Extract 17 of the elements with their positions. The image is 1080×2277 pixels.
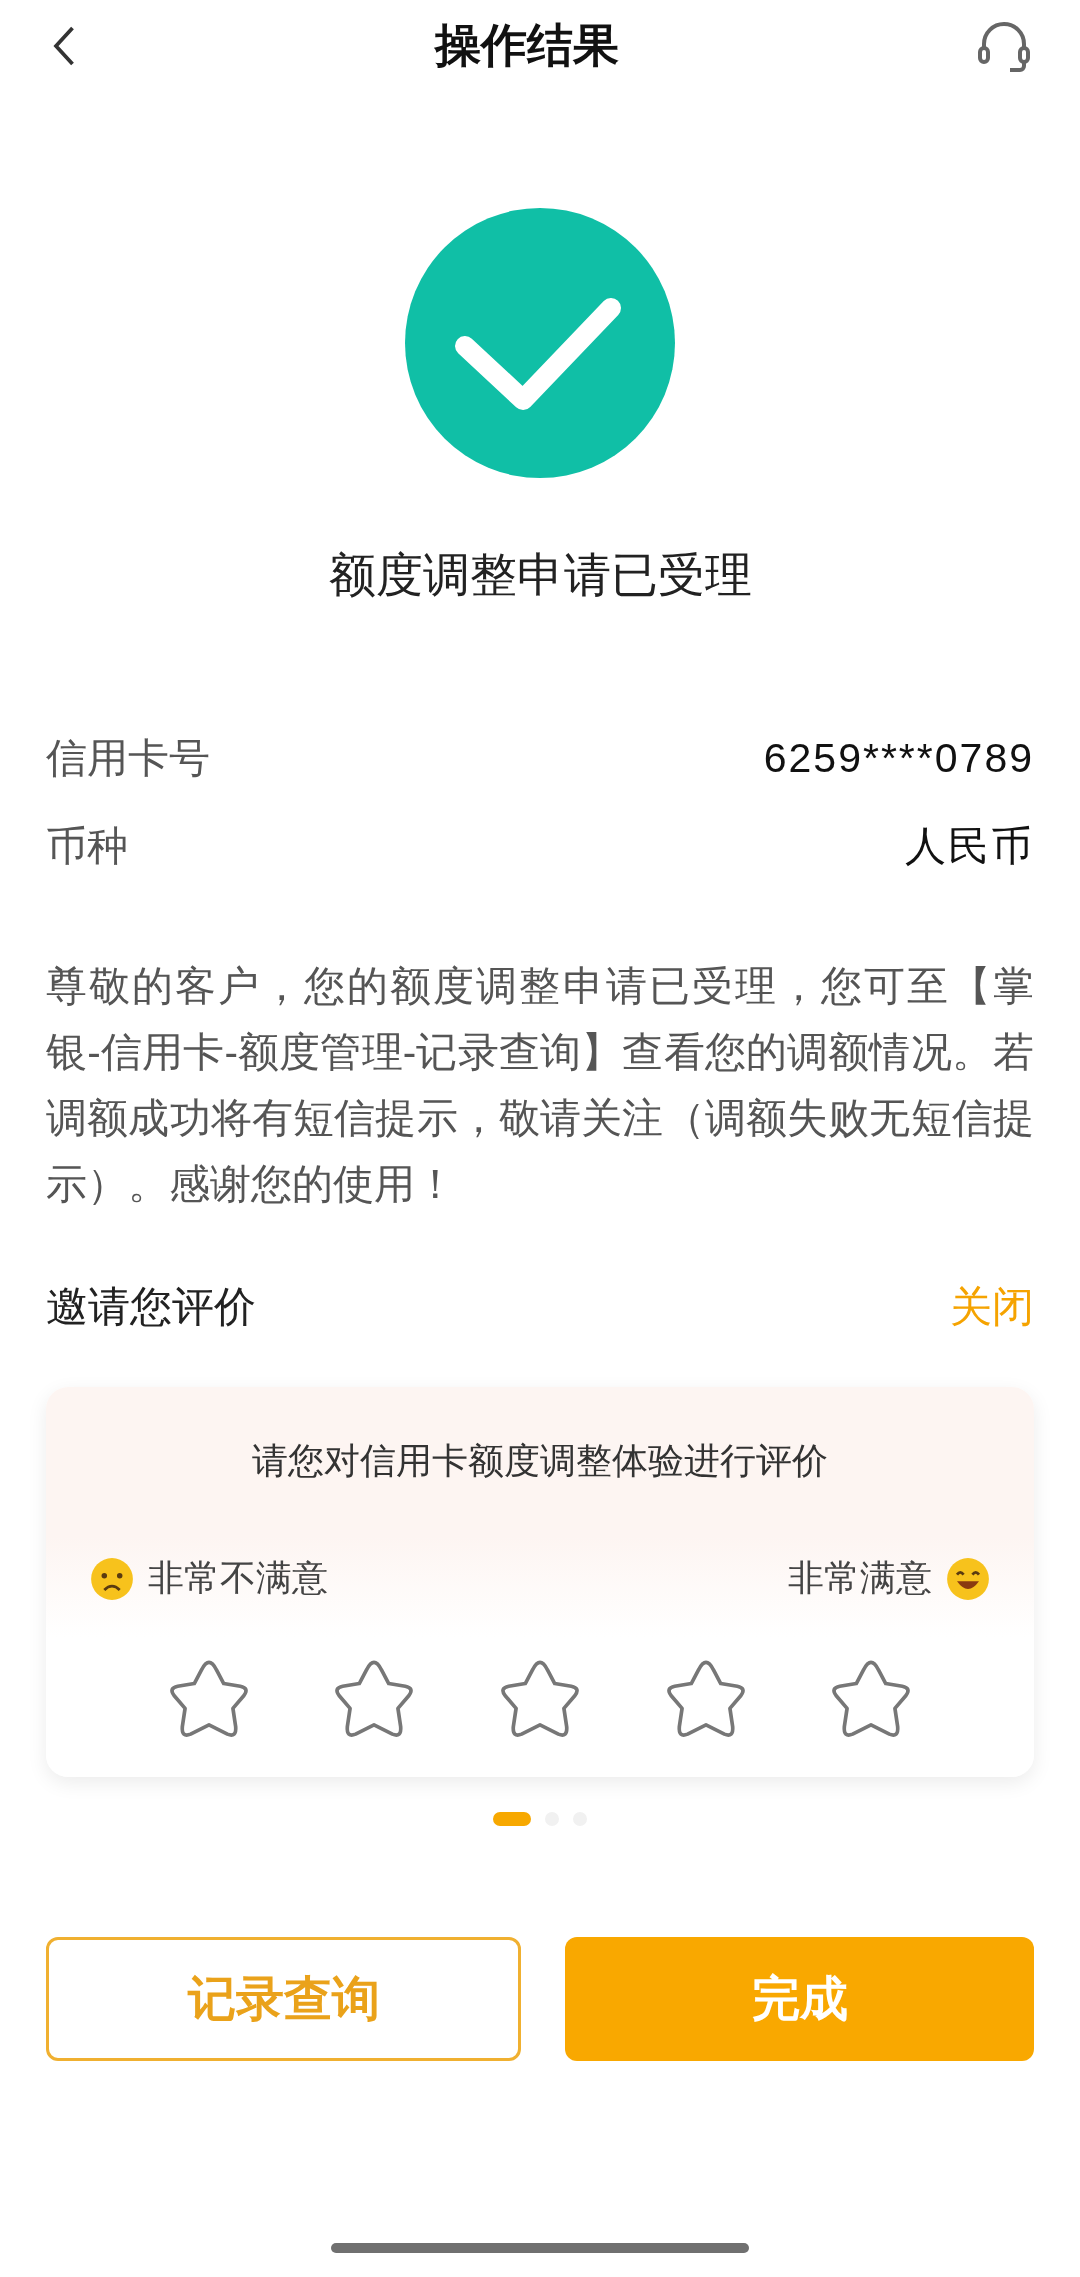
page-title: 操作结果 <box>435 18 619 73</box>
sad-emoji-icon <box>90 1556 134 1601</box>
close-link[interactable]: 关闭 <box>950 1279 1034 1335</box>
smile-emoji-icon <box>946 1556 990 1601</box>
detail-label: 信用卡号 <box>46 733 210 783</box>
checkmark-icon <box>405 208 675 478</box>
detail-value: 人民币 <box>905 821 1034 871</box>
notice-text: 尊敬的客户，您的额度调整申请已受理，您可至【掌银-信用卡-额度管理-记录查询】查看您的调额情况。若调额成功将有短信提示，敬请关注（调额失败无短信提示）。感谢您的使用！ <box>46 962 1034 1209</box>
status-message: 额度调整申请已受理 <box>328 547 752 603</box>
survey-heading: 邀请您评价 <box>46 1282 256 1332</box>
done-button[interactable]: 完成 <box>565 1937 1034 2061</box>
detail-value: 6259****0789 <box>763 734 1034 782</box>
detail-label: 币种 <box>46 821 128 871</box>
scale-label: 非常不满意 <box>148 1556 328 1600</box>
scale-label: 非常满意 <box>788 1556 932 1600</box>
survey-question: 请您对信用卡额度调整体验进行评价 <box>252 1439 828 1483</box>
records-button[interactable]: 记录查询 <box>46 1937 521 2061</box>
